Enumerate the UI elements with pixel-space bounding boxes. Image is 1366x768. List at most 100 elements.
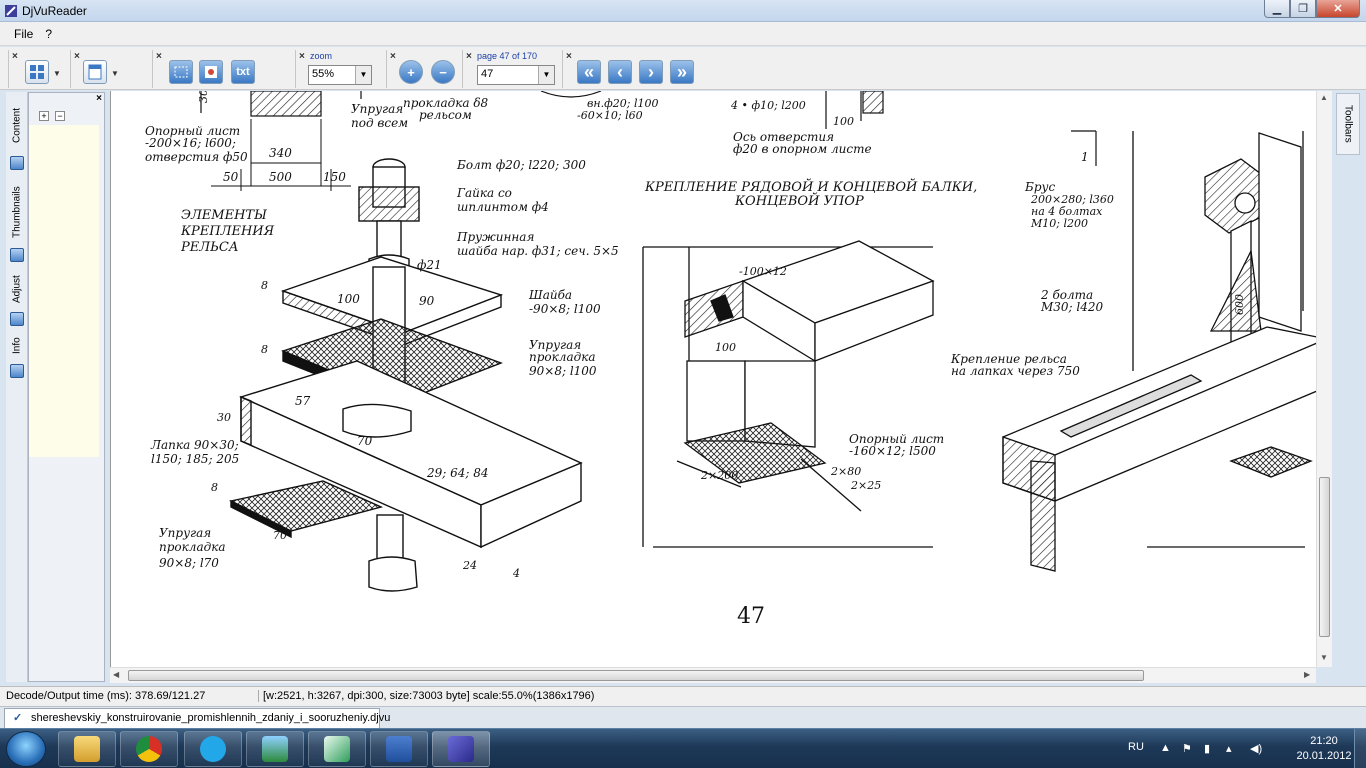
taskbar-chrome[interactable] xyxy=(120,731,178,767)
doc-label: 70 xyxy=(357,434,373,448)
tab-info[interactable]: Info xyxy=(8,334,26,358)
zoom-in-button[interactable]: + xyxy=(399,60,423,84)
first-page-button[interactable]: « xyxy=(577,60,601,84)
toolbars-tab[interactable]: Toolbars xyxy=(1336,93,1360,155)
doc-label: 2×80 xyxy=(830,465,861,478)
toolbar-group-view: × ▼ xyxy=(8,50,66,88)
zoom-out-button[interactable]: − xyxy=(431,60,455,84)
menu-file[interactable]: File xyxy=(8,27,39,41)
select-text-button[interactable]: txt xyxy=(231,60,255,84)
show-desktop-button[interactable] xyxy=(1354,729,1366,768)
page-label: page 47 of 170 xyxy=(477,51,538,61)
taskbar-word[interactable] xyxy=(370,731,428,767)
tab-content[interactable]: Content xyxy=(8,100,26,150)
clock[interactable]: 21:20 20.01.2012 xyxy=(1296,734,1352,764)
show-hidden-icons-icon[interactable]: ▲ xyxy=(1160,742,1171,754)
toolbar-group-close-icon[interactable]: × xyxy=(12,51,18,62)
info-tab-icon[interactable] xyxy=(10,364,24,378)
taskbar-feather[interactable] xyxy=(308,731,366,767)
taskbar-skype[interactable] xyxy=(184,731,242,767)
doc-label: Шайба xyxy=(528,288,572,302)
status-bar: Decode/Output time (ms): 378.69/121.27 [… xyxy=(0,686,1366,706)
toolbar-group-close-icon[interactable]: × xyxy=(466,51,472,62)
horizontal-scrollbar[interactable]: ◀ ▶ xyxy=(110,667,1316,683)
document-filename: shereshevskiy_konstruirovanie_promishlen… xyxy=(31,712,391,724)
doc-label: М10; l200 xyxy=(1030,217,1088,230)
thumbnails-tab-icon[interactable] xyxy=(10,248,24,262)
toolbar-group-close-icon[interactable]: × xyxy=(390,51,396,62)
page-select[interactable]: 47 ▼ xyxy=(477,65,555,85)
toolbar-group-navigation: × « ‹ › » xyxy=(562,50,700,88)
doc-label: Пружинная xyxy=(456,230,534,244)
close-button[interactable]: ✕ xyxy=(1316,0,1360,18)
doc-label: Брус xyxy=(1024,180,1055,194)
panel-close-icon[interactable]: × xyxy=(96,93,102,104)
zoom-out-icon: − xyxy=(439,64,447,80)
doc-heading: РЕЛЬСА xyxy=(180,240,239,255)
doc-label: прокладка xyxy=(529,350,596,364)
folder-icon xyxy=(74,736,100,762)
page-number: 47 xyxy=(737,604,765,629)
page-info-status: [w:2521, h:3267, dpi:300, size:73003 byt… xyxy=(258,690,594,702)
chevron-down-icon[interactable]: ▼ xyxy=(355,66,371,84)
document-tab[interactable]: ✓ shereshevskiy_konstruirovanie_promishl… xyxy=(4,708,390,728)
scroll-right-icon[interactable]: ▶ xyxy=(1304,670,1310,679)
next-page-button[interactable]: › xyxy=(639,60,663,84)
flag-icon[interactable]: ⚑ xyxy=(1182,742,1192,755)
taskbar-djvureader[interactable] xyxy=(432,731,490,767)
taskbar-photos[interactable] xyxy=(246,731,304,767)
language-indicator[interactable]: RU xyxy=(1128,741,1144,753)
scroll-left-icon[interactable]: ◀ xyxy=(113,670,119,679)
toolbar-group-close-icon[interactable]: × xyxy=(299,51,305,62)
tab-thumbnails[interactable]: Thumbnails xyxy=(8,180,26,244)
chevron-down-icon[interactable]: ▼ xyxy=(111,69,119,78)
battery-icon[interactable]: ▮ xyxy=(1204,742,1210,755)
zoom-select[interactable]: 55% ▼ xyxy=(308,65,372,85)
content-tab-icon[interactable] xyxy=(10,156,24,170)
doc-label: Болт ф20; l220; 300 xyxy=(456,158,586,172)
page-drawing: 300 Упругая под всем прокладка δ8 рельсо… xyxy=(145,91,1318,629)
minimize-button[interactable]: ▁ xyxy=(1264,0,1290,18)
toolbar-group-close-icon[interactable]: × xyxy=(156,51,162,62)
expand-all-button[interactable]: + xyxy=(39,111,49,121)
collapse-all-button[interactable]: − xyxy=(55,111,65,121)
layout-grid-icon xyxy=(30,65,44,79)
network-icon[interactable]: ▴ xyxy=(1226,742,1232,755)
snapshot-button[interactable] xyxy=(199,60,223,84)
scroll-down-icon[interactable]: ▼ xyxy=(1320,653,1328,662)
start-button[interactable] xyxy=(6,731,46,767)
tree-controls: + − xyxy=(39,111,65,121)
menu-help[interactable]: ? xyxy=(39,27,58,41)
select-region-button[interactable] xyxy=(169,60,193,84)
chevron-down-icon[interactable]: ▼ xyxy=(538,66,554,84)
doc-label: -60×10; l60 xyxy=(577,109,643,122)
document-viewport[interactable]: 300 Упругая под всем прокладка δ8 рельсо… xyxy=(110,91,1330,667)
zoom-label: zoom xyxy=(310,51,333,61)
horizontal-scroll-thumb[interactable] xyxy=(128,670,1144,681)
select-rectangle-icon xyxy=(174,66,188,78)
taskbar-explorer[interactable] xyxy=(58,731,116,767)
volume-icon[interactable]: ◀) xyxy=(1250,742,1262,755)
tab-adjust[interactable]: Adjust xyxy=(8,270,26,308)
page-mode-button[interactable] xyxy=(83,60,107,84)
layout-button[interactable] xyxy=(25,60,49,84)
vertical-scrollbar[interactable]: ▲ ▼ xyxy=(1316,91,1332,667)
toolbar-group-close-icon[interactable]: × xyxy=(566,51,572,62)
doc-label: 50 xyxy=(223,170,239,184)
previous-page-button[interactable]: ‹ xyxy=(608,60,632,84)
chevron-down-icon[interactable]: ▼ xyxy=(53,69,61,78)
doc-label: ф21 xyxy=(417,258,442,272)
adjust-tab-icon[interactable] xyxy=(10,312,24,326)
doc-label: под всем xyxy=(351,116,408,130)
scroll-up-icon[interactable]: ▲ xyxy=(1320,93,1328,102)
vertical-scroll-thumb[interactable] xyxy=(1319,477,1330,637)
last-page-button[interactable]: » xyxy=(670,60,694,84)
maximize-button[interactable]: ❐ xyxy=(1290,0,1316,18)
doc-label: 29; 64; 84 xyxy=(426,466,489,480)
toolbar-group-close-icon[interactable]: × xyxy=(74,51,80,62)
doc-label: 2×25 xyxy=(850,479,881,492)
content-tree[interactable] xyxy=(29,125,99,457)
doc-label: -160×12; l500 xyxy=(849,444,936,458)
doc-label: -90×8; l100 xyxy=(529,302,601,316)
toolbar-group-zoom-buttons: × + − xyxy=(386,50,460,88)
